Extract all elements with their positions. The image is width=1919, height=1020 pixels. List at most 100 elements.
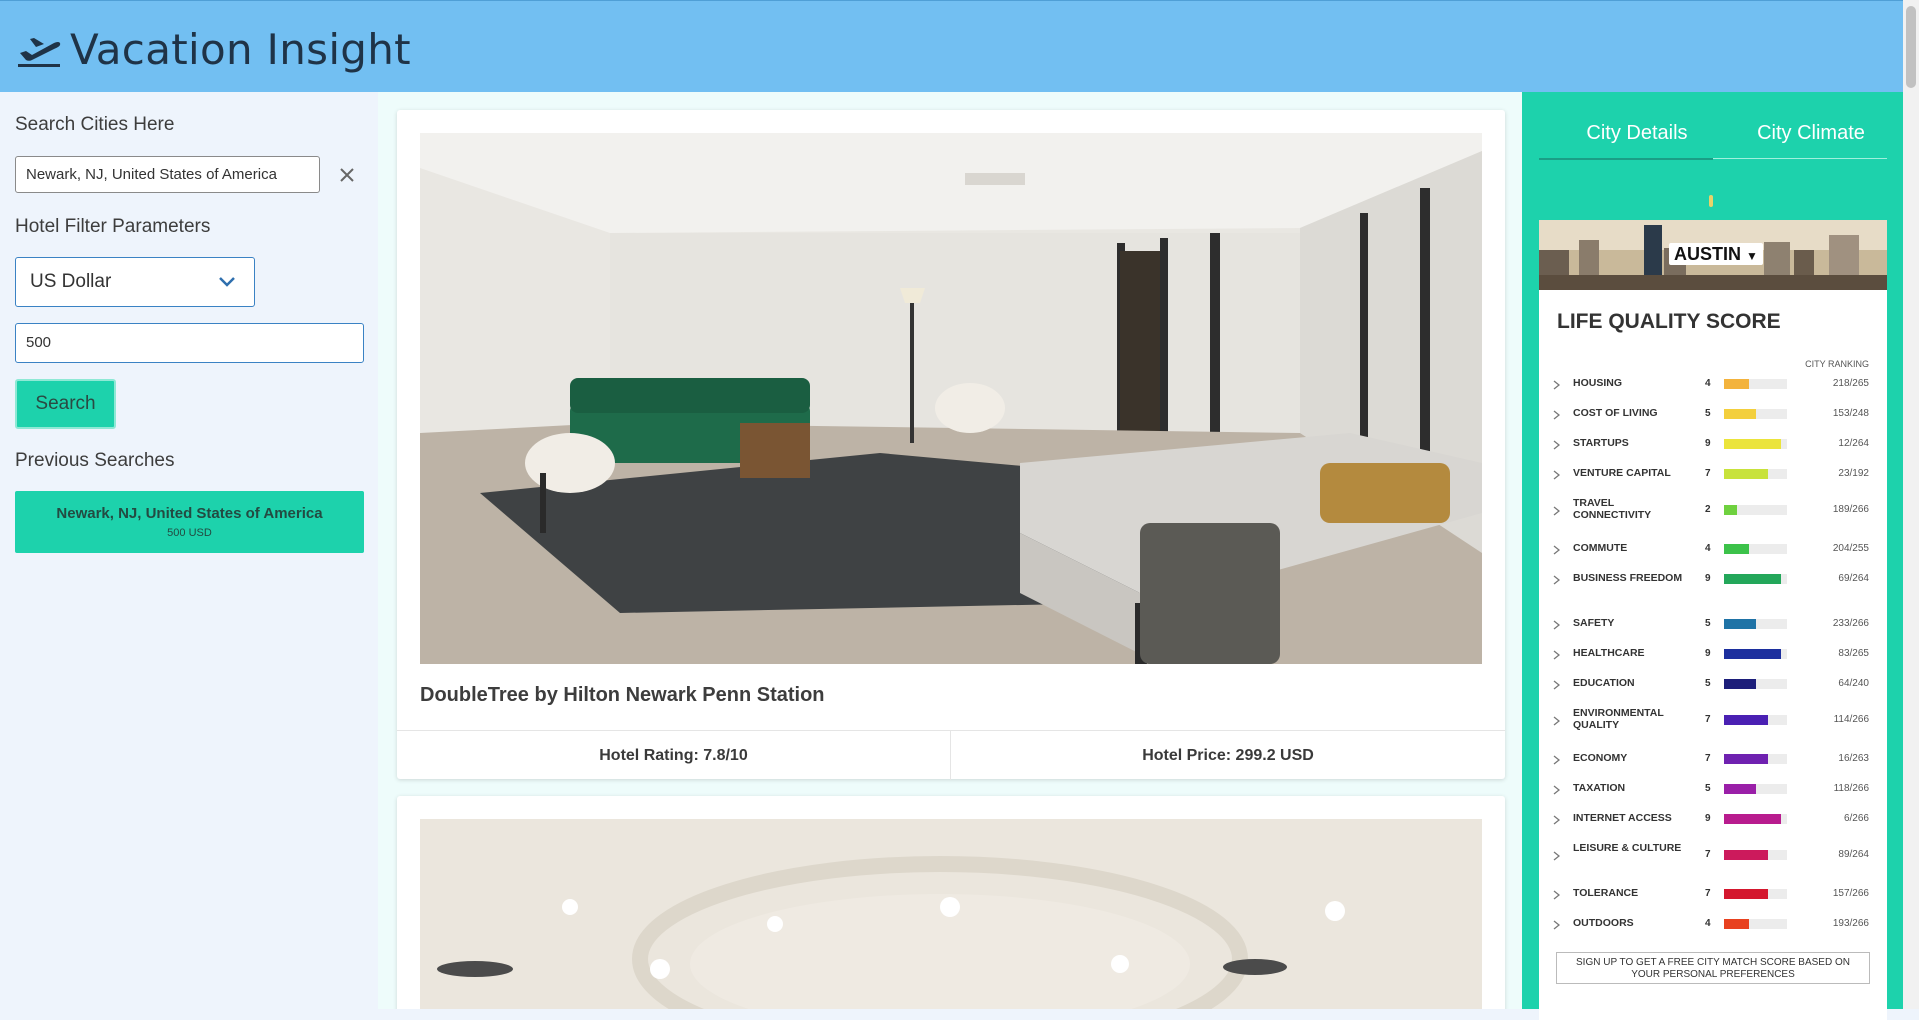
tab-city-climate[interactable]: City Climate [1726, 122, 1896, 145]
hotel-card-footer: Hotel Rating: 7.8/10 Hotel Price: 299.2 … [397, 730, 1505, 780]
chevron-right-icon [1553, 410, 1560, 420]
chevron-right-icon [1553, 440, 1560, 450]
hotel-image [420, 133, 1482, 664]
caret-down-icon: ▼ [1746, 249, 1758, 263]
clear-icon[interactable] [336, 164, 358, 186]
category-name: TAXATION [1573, 782, 1626, 794]
category-name: OUTDOORS [1573, 917, 1634, 929]
life-quality-title: LIFE QUALITY SCORE [1557, 310, 1781, 333]
chevron-right-icon [1553, 851, 1560, 861]
previous-search-amount: 500 USD [167, 527, 212, 539]
category-name: TOLERANCE [1573, 887, 1639, 899]
chevron-right-icon [1553, 815, 1560, 825]
hotel-card[interactable] [397, 796, 1505, 1009]
chevron-right-icon [1553, 785, 1560, 795]
category-score: 4 [1705, 378, 1711, 389]
life-quality-widget: AUSTIN ▼ LIFE QUALITY SCORE CITY RANKING… [1539, 220, 1887, 1020]
previous-searches-label: Previous Searches [15, 450, 175, 471]
max-price-input[interactable]: 500 [15, 323, 364, 363]
category-score: 7 [1705, 714, 1711, 725]
category-score: 9 [1705, 648, 1711, 659]
category-rank: 193/266 [1832, 918, 1869, 929]
score-bar [1724, 784, 1787, 794]
chevron-right-icon [1553, 920, 1560, 930]
app-title: Vacation Insight [70, 25, 411, 74]
chevron-right-icon [1553, 470, 1560, 480]
category-rank: 64/240 [1838, 678, 1869, 689]
chevron-right-icon [1553, 506, 1560, 516]
tab-city-details[interactable]: City Details [1552, 122, 1722, 145]
city-name: AUSTIN [1674, 244, 1741, 264]
scrollbar-thumb[interactable] [1906, 6, 1916, 88]
score-bar [1724, 439, 1787, 449]
category-score: 9 [1705, 438, 1711, 449]
previous-search-item[interactable]: Newark, NJ, United States of America 500… [15, 491, 364, 553]
score-bar-fill [1724, 850, 1769, 860]
score-bar [1724, 574, 1787, 584]
category-score: 9 [1705, 813, 1711, 824]
city-search-input[interactable]: Newark, NJ, United States of America [15, 156, 320, 193]
score-bar [1724, 754, 1787, 764]
category-name: COMMUTE [1573, 542, 1628, 554]
score-bar [1724, 649, 1787, 659]
page-scrollbar[interactable] [1903, 0, 1919, 1009]
city-selector[interactable]: AUSTIN ▼ [1669, 243, 1763, 265]
category-score: 7 [1705, 849, 1711, 860]
score-bar [1724, 619, 1787, 629]
score-bar-fill [1724, 439, 1781, 449]
hotel-name: DoubleTree by Hilton Newark Penn Station [420, 684, 825, 706]
score-bar [1724, 850, 1787, 860]
category-name: INTERNET ACCESS [1573, 812, 1672, 824]
category-score: 5 [1705, 783, 1711, 794]
category-rank: 6/266 [1843, 813, 1869, 824]
hotel-image [420, 819, 1482, 1009]
score-bar [1724, 715, 1787, 725]
signup-prompt[interactable]: SIGN UP TO GET A FREE CITY MATCH SCORE B… [1556, 952, 1870, 984]
search-button[interactable]: Search [15, 379, 116, 429]
city-ranking-header: CITY RANKING [1805, 359, 1869, 369]
category-rank: 118/266 [1833, 783, 1869, 794]
category-score: 4 [1705, 543, 1711, 554]
category-score: 7 [1705, 468, 1711, 479]
currency-select[interactable]: US Dollar [15, 257, 255, 307]
category-name: ECONOMY [1573, 752, 1628, 764]
category-name: SAFETY [1573, 617, 1615, 629]
score-bar-fill [1724, 814, 1781, 824]
category-rank: 204/255 [1832, 543, 1869, 554]
city-info-panel: City Details City Climate AUSTIN ▼ LIFE … [1522, 92, 1903, 1020]
previous-search-city: Newark, NJ, United States of America [56, 505, 323, 522]
score-bar-fill [1724, 619, 1756, 629]
loading-marker [1709, 195, 1713, 207]
score-bar [1724, 409, 1787, 419]
score-bar-fill [1724, 505, 1737, 515]
score-bar-fill [1724, 784, 1756, 794]
score-bar-fill [1724, 379, 1750, 389]
chevron-right-icon [1553, 380, 1560, 390]
category-score: 2 [1705, 504, 1711, 515]
score-bar-fill [1724, 649, 1781, 659]
score-bar-fill [1724, 679, 1756, 689]
category-name: TRAVEL CONNECTIVITY [1573, 497, 1652, 521]
category-name: COST OF LIVING [1573, 407, 1658, 419]
score-bar [1724, 379, 1787, 389]
category-name: ENVIRONMENTAL QUALITY [1573, 707, 1664, 731]
category-rank: 218/265 [1832, 378, 1869, 389]
tab-divider [1713, 158, 1887, 159]
hotel-card[interactable]: DoubleTree by Hilton Newark Penn Station… [397, 110, 1505, 780]
score-bar [1724, 469, 1787, 479]
score-bar [1724, 544, 1787, 554]
category-rank: 69/264 [1838, 573, 1869, 584]
category-name: HOUSING [1573, 377, 1623, 389]
currency-value: US Dollar [30, 271, 112, 292]
hotel-rating: Hotel Rating: 7.8/10 [397, 731, 951, 780]
chevron-right-icon [1553, 890, 1560, 900]
category-rank: 189/266 [1832, 504, 1869, 515]
score-bar [1724, 505, 1787, 515]
chevron-right-icon [1553, 680, 1560, 690]
active-tab-indicator [1539, 158, 1713, 160]
category-name: VENTURE CAPITAL [1573, 467, 1671, 479]
category-rank: 114/266 [1833, 714, 1869, 725]
hotel-results: DoubleTree by Hilton Newark Penn Station… [378, 92, 1522, 1009]
category-name: EDUCATION [1573, 677, 1635, 689]
score-bar-fill [1724, 409, 1756, 419]
